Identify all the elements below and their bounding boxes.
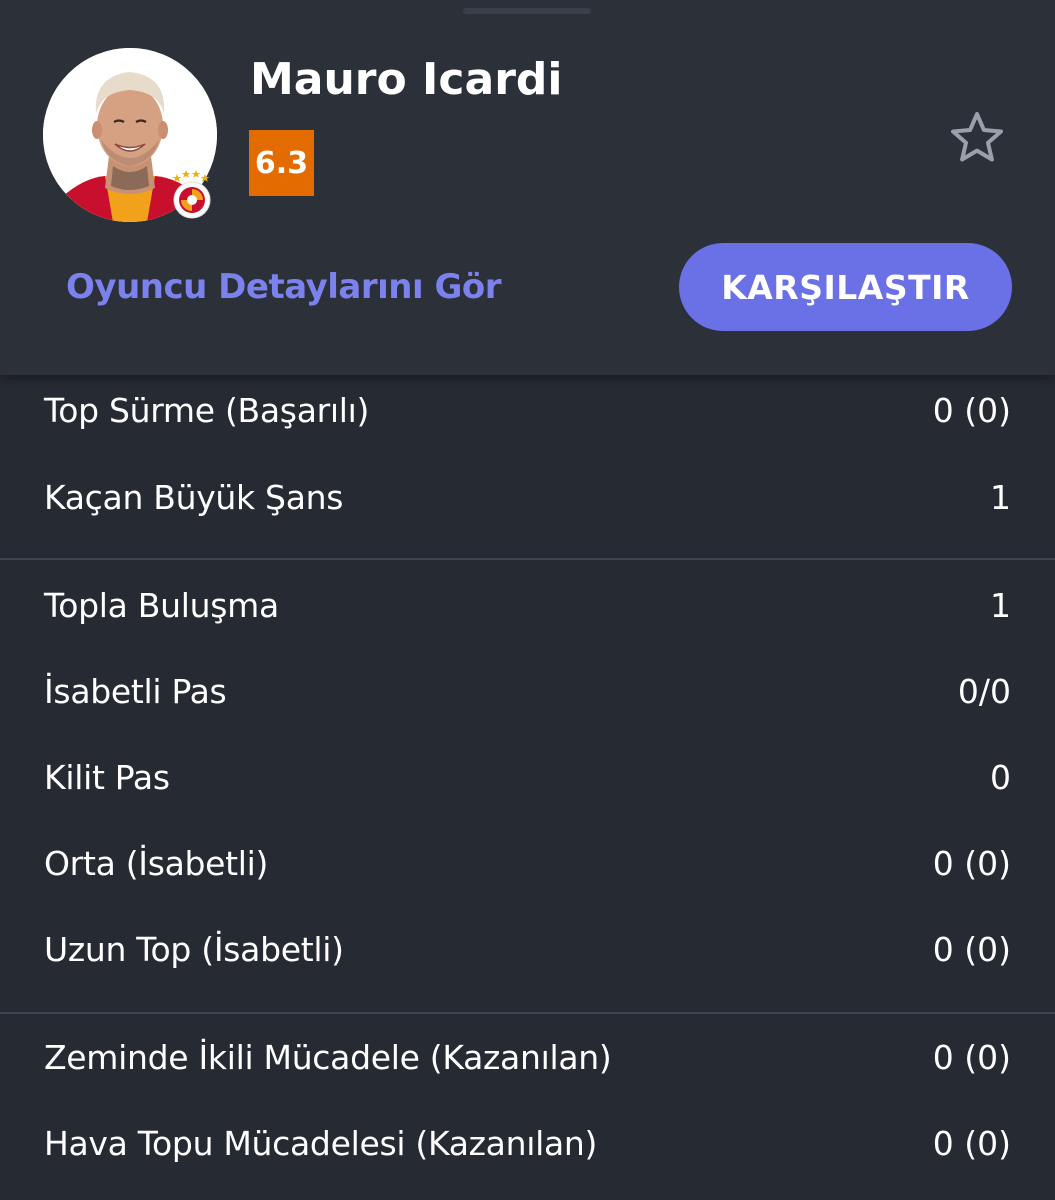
galatasaray-badge-icon — [169, 168, 215, 220]
stat-value: 0 (0) — [932, 1124, 1011, 1163]
stat-value: 0 (0) — [932, 391, 1011, 430]
stat-value: 1 — [990, 478, 1011, 517]
stat-row: İsabetli Pas 0/0 — [0, 652, 1055, 732]
stat-label: Kaçan Büyük Şans — [44, 478, 344, 517]
stat-value: 0 (0) — [932, 930, 1011, 969]
section-divider — [0, 1012, 1055, 1014]
stat-label: Kilit Pas — [44, 758, 170, 797]
stat-label: Topla Buluşma — [44, 586, 279, 625]
drag-handle[interactable] — [463, 8, 591, 14]
stat-value: 1 — [990, 586, 1011, 625]
stat-row: Orta (İsabetli) 0 (0) — [0, 824, 1055, 904]
stat-value: 0 (0) — [932, 844, 1011, 883]
player-header: Mauro Icardi 6.3 Oyuncu Detaylarını Gör … — [0, 0, 1055, 375]
stat-row: Hava Topu Mücadelesi (Kazanılan) 0 (0) — [0, 1104, 1055, 1184]
stat-label: İsabetli Pas — [44, 672, 227, 711]
stat-value: 0/0 — [957, 672, 1011, 711]
stat-row: Uzun Top (İsabetli) 0 (0) — [0, 910, 1055, 990]
stat-label: Uzun Top (İsabetli) — [44, 930, 344, 969]
stat-row: Kilit Pas 0 — [0, 738, 1055, 818]
compare-button[interactable]: KARŞILAŞTIR — [679, 243, 1012, 331]
stat-label: Hava Topu Mücadelesi (Kazanılan) — [44, 1124, 598, 1163]
stat-label: Orta (İsabetli) — [44, 844, 269, 883]
stat-label: Top Sürme (Başarılı) — [44, 391, 370, 430]
section-divider — [0, 558, 1055, 560]
stat-value: 0 (0) — [932, 1038, 1011, 1077]
stat-row: Top Sürme (Başarılı) 0 (0) — [0, 371, 1055, 451]
player-details-link[interactable]: Oyuncu Detaylarını Gör — [66, 265, 502, 309]
stat-row: Topla Buluşma 1 — [0, 566, 1055, 646]
rating-badge: 6.3 — [249, 130, 314, 196]
player-name: Mauro Icardi — [250, 54, 563, 105]
stat-label: Zeminde İkili Mücadele (Kazanılan) — [44, 1038, 612, 1077]
stat-row: Kaçan Büyük Şans 1 — [0, 458, 1055, 538]
star-outline-icon[interactable] — [948, 110, 1006, 166]
stat-value: 0 — [990, 758, 1011, 797]
stat-row: Zeminde İkili Mücadele (Kazanılan) 0 (0) — [0, 1018, 1055, 1098]
